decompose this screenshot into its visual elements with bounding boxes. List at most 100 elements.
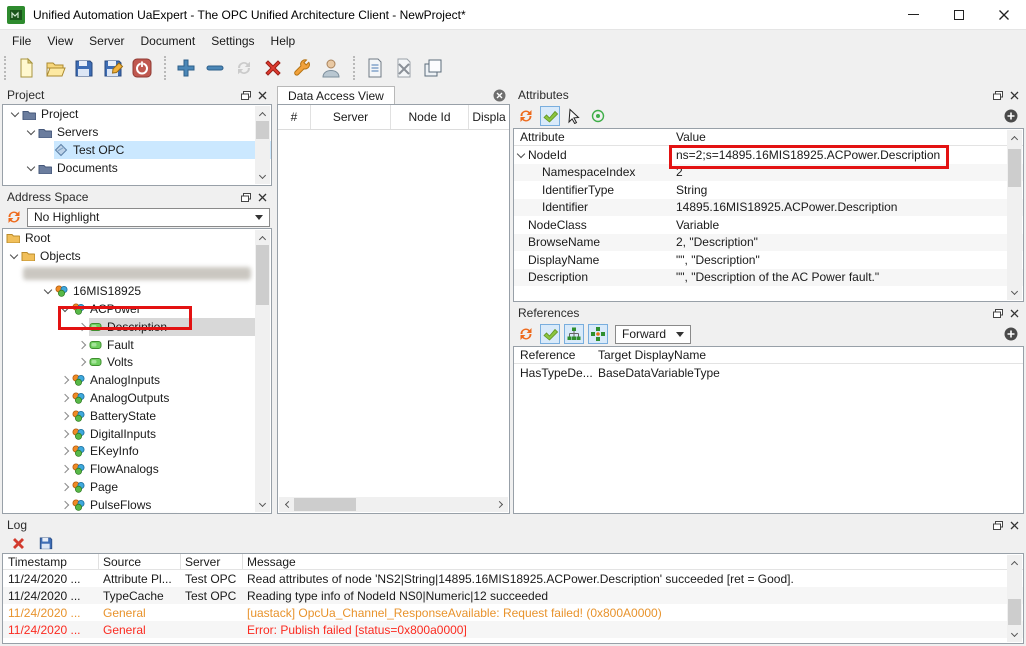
tree-item-redacted[interactable] (3, 265, 271, 283)
change-user-icon[interactable] (319, 56, 343, 80)
expander-icon[interactable] (23, 130, 38, 134)
column-node-id[interactable]: Node Id (391, 105, 469, 129)
maximize-button[interactable] (936, 0, 981, 30)
expand-all-icon[interactable] (1004, 109, 1018, 123)
scroll-up-icon[interactable] (1007, 130, 1022, 145)
attribute-row-browsename[interactable]: BrowseName 2, "Description" (514, 234, 1023, 252)
close-panel-icon[interactable] (1010, 309, 1019, 318)
tree-item-16mis18925[interactable]: 16MIS18925 (3, 282, 271, 300)
edit-project-icon[interactable] (101, 56, 125, 80)
attribute-row-identifiertype[interactable]: IdentifierType String (514, 181, 1023, 199)
clear-log-icon[interactable] (8, 533, 28, 553)
expander-icon[interactable] (57, 502, 72, 508)
tree-item-test-opc[interactable]: Test OPC (3, 141, 271, 159)
tab-close-icon[interactable] (493, 89, 506, 102)
tree-item-project[interactable]: Project (3, 105, 271, 123)
rebrowse-icon[interactable] (4, 207, 24, 227)
scroll-down-icon[interactable] (1007, 627, 1022, 642)
refresh-references-icon[interactable] (516, 324, 536, 344)
project-scrollbar[interactable] (255, 106, 270, 184)
column-reference[interactable]: Reference (514, 348, 598, 362)
expander-icon[interactable] (74, 342, 89, 348)
scroll-down-icon[interactable] (255, 497, 270, 512)
log-row-error[interactable]: 11/24/2020 ... General Error: Publish fa… (3, 621, 1023, 638)
cursor-select-icon[interactable] (564, 106, 584, 126)
expander-icon[interactable] (57, 307, 72, 311)
tree-item-fault[interactable]: Fault (3, 336, 271, 354)
tree-item-digitalinputs[interactable]: DigitalInputs (3, 425, 271, 443)
tree-item-volts[interactable]: Volts (3, 354, 271, 372)
expander-icon[interactable] (57, 431, 72, 437)
dav-horizontal-scrollbar[interactable] (279, 497, 508, 512)
remove-document-icon[interactable] (392, 56, 416, 80)
scroll-up-icon[interactable] (255, 106, 270, 121)
save-project-icon[interactable] (72, 56, 96, 80)
expander-icon[interactable] (7, 112, 22, 116)
log-row[interactable]: 11/24/2020 ... Attribute Pl... Test OPC … (3, 570, 1023, 587)
expander-icon[interactable] (57, 413, 72, 419)
float-panel-icon[interactable] (241, 193, 251, 202)
column-timestamp[interactable]: Timestamp (3, 554, 99, 569)
tree-item-analogoutputs[interactable]: AnalogOutputs (3, 389, 271, 407)
close-panel-icon[interactable] (258, 193, 267, 202)
settings-wrench-icon[interactable] (290, 56, 314, 80)
expander-icon[interactable] (74, 359, 89, 365)
close-panel-icon[interactable] (258, 91, 267, 100)
remove-server-icon[interactable] (203, 56, 227, 80)
column-attribute[interactable]: Attribute (514, 130, 676, 144)
new-document-icon[interactable] (14, 56, 38, 80)
refresh-icon[interactable] (232, 56, 256, 80)
expander-icon[interactable] (74, 324, 89, 330)
expander-icon[interactable] (57, 377, 72, 383)
reference-row[interactable]: HasTypeDe... BaseDataVariableType (514, 364, 1023, 382)
expander-icon[interactable] (6, 254, 21, 258)
open-project-icon[interactable] (43, 56, 67, 80)
float-panel-icon[interactable] (993, 521, 1003, 530)
tree-item-page[interactable]: Page (3, 478, 271, 496)
column-server[interactable]: Server (181, 554, 243, 569)
target-icon[interactable] (588, 106, 608, 126)
auto-update-icon[interactable] (540, 324, 560, 344)
tree-item-pulseflows[interactable]: PulseFlows (3, 496, 271, 514)
tree-item-objects[interactable]: Objects (3, 247, 271, 265)
attribute-row-displayname[interactable]: DisplayName "", "Description" (514, 251, 1023, 269)
close-panel-icon[interactable] (1010, 91, 1019, 100)
address-space-scrollbar[interactable] (255, 230, 270, 512)
close-panel-icon[interactable] (1010, 521, 1019, 530)
menu-document[interactable]: Document (132, 32, 203, 50)
tree-item-description[interactable]: Description (3, 318, 271, 336)
tree-item-flowanalogs[interactable]: FlowAnalogs (3, 460, 271, 478)
expander-icon[interactable] (57, 448, 72, 454)
scroll-down-icon[interactable] (1007, 285, 1022, 300)
scroll-right-icon[interactable] (493, 497, 508, 512)
tree-item-root[interactable]: Root (3, 229, 271, 247)
tree-item-batterystate[interactable]: BatteryState (3, 407, 271, 425)
disconnect-icon[interactable] (130, 56, 154, 80)
refresh-attributes-icon[interactable] (516, 106, 536, 126)
expander-icon[interactable] (57, 395, 72, 401)
attribute-row-description[interactable]: Description "", "Description of the AC P… (514, 269, 1023, 287)
menu-settings[interactable]: Settings (203, 32, 262, 50)
scroll-up-icon[interactable] (1007, 555, 1022, 570)
menu-file[interactable]: File (4, 32, 39, 50)
save-log-icon[interactable] (36, 533, 56, 553)
float-panel-icon[interactable] (993, 309, 1003, 318)
scroll-down-icon[interactable] (255, 169, 270, 184)
menu-view[interactable]: View (39, 32, 81, 50)
attribute-row-identifier[interactable]: Identifier 14895.16MIS18925.ACPower.Desc… (514, 199, 1023, 217)
auto-update-icon[interactable] (540, 106, 560, 126)
hierarchy-icon[interactable] (564, 324, 584, 344)
log-scrollbar[interactable] (1007, 555, 1022, 642)
tree-item-documents[interactable]: Documents (3, 159, 271, 177)
column-source[interactable]: Source (99, 554, 181, 569)
float-panel-icon[interactable] (993, 91, 1003, 100)
column-message[interactable]: Message (243, 555, 1023, 569)
column-index[interactable]: # (278, 105, 311, 129)
highlight-dropdown[interactable]: No Highlight (27, 208, 270, 227)
column-server[interactable]: Server (311, 105, 391, 129)
menu-server[interactable]: Server (81, 32, 132, 50)
tree-item-analoginputs[interactable]: AnalogInputs (3, 371, 271, 389)
tree-item-acpower[interactable]: ACPower (3, 300, 271, 318)
add-server-icon[interactable] (174, 56, 198, 80)
expander-icon[interactable] (40, 289, 55, 293)
